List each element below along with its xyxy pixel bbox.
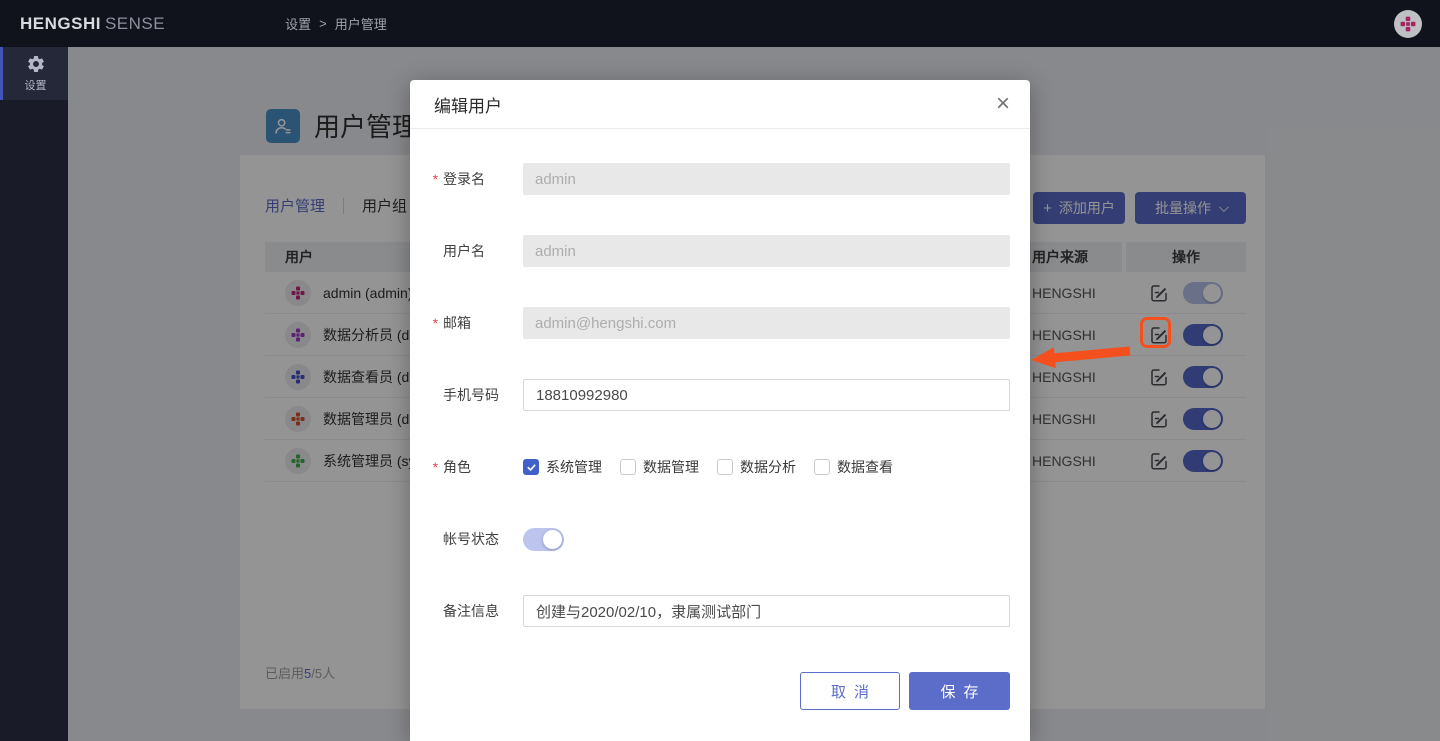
brand-rest: SENSE [105, 14, 165, 33]
field-label: *邮箱 [432, 313, 523, 333]
checkbox-icon [814, 459, 830, 475]
account-status-field-row: 帐号状态 [432, 523, 1010, 555]
field-label: 用户名 [432, 241, 523, 261]
remark-input[interactable] [523, 595, 1010, 627]
login-name-field-row: *登录名 [432, 163, 1010, 195]
edit-user-modal: 编辑用户 × *登录名 用户名 *邮箱 手机号码 *角色 系统管理 [410, 80, 1030, 741]
save-button[interactable]: 保存 [909, 672, 1010, 710]
required-asterisk: * [432, 315, 437, 331]
brand-logo: HENGSHISENSE [20, 14, 165, 34]
user-name-input[interactable] [523, 235, 1010, 267]
role-checkbox-system-admin[interactable]: 系统管理 [523, 457, 602, 477]
email-field-row: *邮箱 [432, 307, 1010, 339]
sidebar: 设置 [0, 47, 68, 741]
field-label: 备注信息 [432, 601, 523, 621]
role-checkbox-data-analysis[interactable]: 数据分析 [717, 457, 796, 477]
role-checkbox-data-admin[interactable]: 数据管理 [620, 457, 699, 477]
breadcrumb-page: 用户管理 [335, 14, 387, 33]
role-checkbox-data-view[interactable]: 数据查看 [814, 457, 893, 477]
user-name-field-row: 用户名 [432, 235, 1010, 267]
login-name-input[interactable] [523, 163, 1010, 195]
annotation-highlight-box [1140, 317, 1171, 348]
topbar: HENGSHISENSE 设置 > 用户管理 [0, 0, 1440, 47]
breadcrumb: 设置 > 用户管理 [285, 14, 387, 33]
user-avatar[interactable] [1394, 10, 1422, 38]
checkbox-icon [717, 459, 733, 475]
sidebar-item-label: 设置 [25, 77, 47, 93]
field-label: 帐号状态 [432, 529, 523, 549]
checkbox-icon [620, 459, 636, 475]
cancel-button[interactable]: 取消 [800, 672, 900, 710]
required-asterisk: * [432, 171, 437, 187]
phone-input[interactable] [523, 379, 1010, 411]
email-input[interactable] [523, 307, 1010, 339]
remark-field-row: 备注信息 [432, 595, 1010, 627]
phone-field-row: 手机号码 [432, 379, 1010, 411]
breadcrumb-section[interactable]: 设置 [285, 14, 311, 33]
field-label: *角色 [432, 457, 523, 477]
annotation-arrow [1028, 342, 1134, 372]
hengshi-logo-icon [1400, 16, 1416, 32]
close-icon[interactable]: × [996, 92, 1010, 116]
field-label: *登录名 [432, 169, 523, 189]
field-label: 手机号码 [432, 385, 523, 405]
brand-bold: HENGSHI [20, 14, 101, 33]
role-field-row: *角色 系统管理 数据管理 数据分析 数据查看 [432, 451, 1010, 483]
required-asterisk: * [432, 459, 437, 475]
breadcrumb-separator: > [319, 16, 327, 31]
gear-icon [26, 54, 46, 74]
checkbox-checked-icon [523, 459, 539, 475]
account-status-toggle[interactable] [523, 528, 564, 551]
sidebar-item-settings[interactable]: 设置 [0, 47, 68, 100]
modal-title: 编辑用户 [434, 92, 502, 117]
